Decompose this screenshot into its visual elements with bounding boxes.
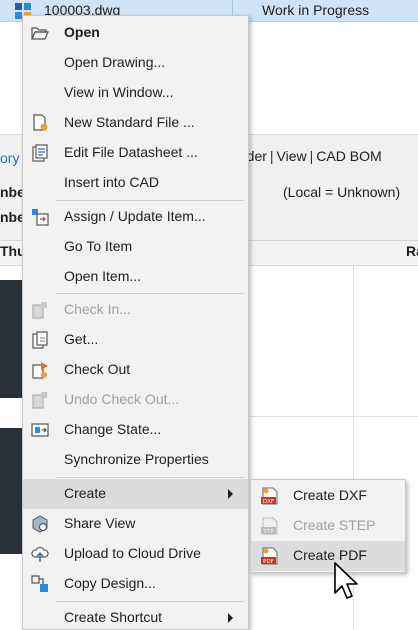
menu-item-check-out[interactable]: Check Out (23, 355, 248, 385)
menu-item-label: Assign / Update Item... (64, 208, 206, 224)
menu-item-label: View in Window... (64, 84, 174, 100)
menu-item-label: Synchronize Properties (64, 451, 209, 467)
file-type-badge: STP (263, 529, 274, 535)
menu-item-label: New Standard File ... (64, 114, 195, 130)
submenu-item-create-step: STP Create STEP (251, 511, 405, 541)
menu-item-label: Undo Check Out... (64, 391, 180, 407)
check-in-icon (32, 302, 47, 319)
undo-check-out-icon (32, 392, 47, 409)
menu-item-edit-file-datasheet[interactable]: Edit File Datasheet ... (23, 138, 248, 168)
menu-separator (56, 601, 244, 602)
datasheet-icon (32, 144, 48, 162)
new-standard-file-icon (33, 114, 48, 131)
create-submenu: DXF Create DXF STP Create STEP PDF Creat… (250, 479, 406, 573)
cad-bom-link[interactable]: CAD BOM (316, 148, 381, 164)
menu-item-label: Open (64, 24, 100, 40)
grid-divider (250, 416, 418, 417)
submenu-item-create-pdf[interactable]: PDF Create PDF (251, 541, 405, 571)
menu-item-label: Change State... (64, 421, 162, 437)
menu-item-change-state[interactable]: Change State... (23, 415, 248, 445)
check-out-icon (32, 362, 48, 379)
file-type-badge: PDF (263, 559, 274, 565)
menu-item-label: Check In... (64, 301, 131, 317)
menu-item-new-standard-file[interactable]: New Standard File ... (23, 108, 248, 138)
view-link[interactable]: View (277, 148, 307, 164)
submenu-arrow-icon (228, 489, 233, 499)
copy-design-icon (31, 575, 48, 592)
pdf-file-icon: PDF (261, 547, 278, 565)
menu-item-open-drawing[interactable]: Open Drawing... (23, 48, 248, 78)
menu-item-share-view[interactable]: Share View (23, 509, 248, 539)
menu-item-label: Copy Design... (64, 575, 156, 591)
thumbnail-image[interactable] (0, 428, 22, 554)
menu-item-label: Open Drawing... (64, 54, 166, 70)
menu-item-label: Create Shortcut (64, 609, 163, 625)
file-context-menu: Open Open Drawing... View in Window... N… (22, 15, 249, 630)
get-icon (32, 331, 48, 349)
menu-item-label: Insert into CAD (64, 174, 159, 190)
view-links: rder | View | CAD BOM (242, 148, 382, 164)
change-state-icon (31, 423, 49, 437)
menu-item-go-to-item[interactable]: Go To Item (23, 232, 248, 262)
menu-item-label: Open Item... (64, 268, 142, 284)
menu-item-create[interactable]: Create (23, 479, 248, 509)
share-view-icon (32, 515, 48, 533)
menu-item-label: Check Out (64, 361, 131, 377)
menu-item-label: Share View (64, 515, 136, 531)
cloud-upload-icon (31, 546, 49, 562)
menu-item-view-in-window[interactable]: View in Window... (23, 78, 248, 108)
mouse-pointer-icon (334, 562, 358, 599)
column-header-right[interactable]: Ra (406, 243, 418, 259)
menu-item-upload-to-cloud-drive[interactable]: Upload to Cloud Drive (23, 539, 248, 569)
menu-item-label: Get... (64, 331, 99, 347)
dxf-file-icon: DXF (261, 487, 278, 505)
local-version-note: (Local = Unknown) (283, 184, 401, 200)
menu-item-open[interactable]: Open (23, 18, 248, 48)
menu-item-assign-update-item[interactable]: Assign / Update Item... (23, 202, 248, 232)
menu-item-insert-into-cad[interactable]: Insert into CAD (23, 168, 248, 198)
menu-item-open-item[interactable]: Open Item... (23, 262, 248, 292)
menu-item-check-in: Check In... (23, 295, 248, 325)
thumbnail-image[interactable] (0, 280, 22, 398)
submenu-item-label: Create DXF (293, 487, 367, 503)
menu-item-label: Go To Item (64, 238, 133, 254)
folder-open-icon (31, 27, 49, 40)
menu-separator (56, 293, 244, 294)
menu-item-label: Upload to Cloud Drive (64, 545, 201, 561)
menu-separator (56, 200, 244, 201)
file-state: Work in Progress (262, 2, 370, 18)
menu-item-synchronize-properties[interactable]: Synchronize Properties (23, 445, 248, 475)
menu-separator (56, 477, 244, 478)
menu-item-label: Edit File Datasheet ... (64, 144, 198, 160)
step-file-icon: STP (261, 517, 278, 535)
menu-item-get[interactable]: Get... (23, 325, 248, 355)
menu-item-copy-design[interactable]: Copy Design... (23, 569, 248, 599)
submenu-arrow-icon (228, 613, 233, 623)
history-link-fragment[interactable]: ory (0, 150, 19, 166)
submenu-item-label: Create STEP (293, 517, 376, 533)
assign-item-icon (32, 209, 49, 226)
menu-item-undo-check-out: Undo Check Out... (23, 385, 248, 415)
file-type-badge: DXF (263, 499, 274, 505)
menu-item-label: Create (64, 485, 107, 501)
submenu-item-create-dxf[interactable]: DXF Create DXF (251, 481, 405, 511)
menu-item-create-shortcut[interactable]: Create Shortcut (23, 603, 248, 630)
